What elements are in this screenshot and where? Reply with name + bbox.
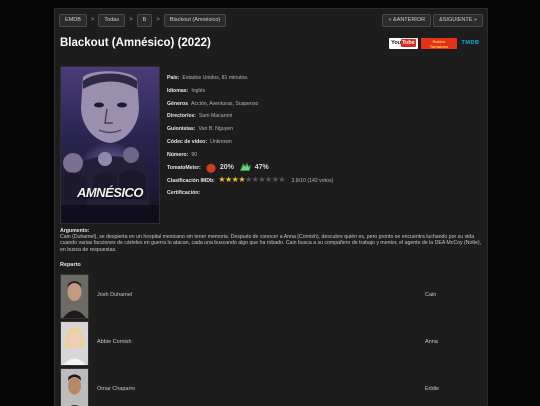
- cast-photo: [60, 274, 89, 319]
- detail-value: Inglés: [191, 87, 206, 94]
- cast-character: Cain: [425, 292, 437, 298]
- movie-poster[interactable]: AMNÉSICO: [60, 66, 160, 224]
- detail-label: Director/es:: [167, 113, 196, 120]
- plot-text: Cain (Duhamel), se despierta en un hospi…: [60, 234, 482, 253]
- movie-details: País: Estados Unidos, 81 minutos. Idiomas…: [167, 72, 479, 200]
- cast-photo: [60, 368, 89, 406]
- detail-row-imdb: Clasificación IMDb: ★★★★★★★★★★ 3.8/10 (1…: [167, 174, 479, 187]
- detail-label: Idiomas:: [167, 87, 189, 94]
- cast-character: Anna: [425, 339, 438, 345]
- detail-value: Estados Unidos, 81 minutos.: [182, 75, 249, 81]
- detail-label: Guionistas:: [167, 126, 196, 133]
- detail-row-languages: Idiomas: Inglés: [167, 85, 479, 98]
- main-panel: EMDB > Todas > B > Blackout (Amnésico) « &ANTE…: [54, 8, 488, 406]
- detail-value: Sam Macaroni: [198, 113, 233, 120]
- star-empty-icon: ★: [278, 175, 286, 185]
- detail-row-number: Número: 90: [167, 149, 479, 162]
- page-title: Blackout (Amnésico) (2022): [60, 37, 211, 49]
- detail-row-genres: Géneros Acción, Aventuras, Suspenso: [167, 98, 479, 111]
- external-links: YouTube Rotten Tomatoes TMDB: [386, 38, 481, 49]
- detail-label: Códec de vídeo:: [167, 138, 208, 145]
- cast-photo-art: [61, 322, 88, 365]
- cast-name[interactable]: Abbie Cornish: [97, 339, 132, 345]
- detail-row-country: País: Estados Unidos, 81 minutos.: [167, 72, 479, 85]
- youtube-logo-you: You: [391, 40, 402, 46]
- detail-label: Clasificación IMDb:: [167, 178, 215, 185]
- detail-row-director: Director/es: Sam Macaroni: [167, 110, 479, 123]
- detail-value: Unknown: [210, 138, 232, 145]
- imdb-star-rating: ★★★★★★★★★★: [218, 174, 285, 187]
- rt-logo-line2: Tomatoes: [429, 43, 449, 49]
- cast-photo-art: [61, 369, 88, 406]
- cast-name[interactable]: Omar Chaparro: [97, 386, 135, 392]
- star-filled-icon: ★: [238, 175, 245, 185]
- cast-character: Eddie: [425, 386, 440, 392]
- record-navigation: « &ANTERIOR &SIGUIENTE »: [380, 14, 483, 32]
- detail-label: TomatoMeter:: [167, 165, 201, 172]
- imdb-rating-text: 3.8/10 (142 votos): [291, 178, 334, 185]
- detail-value: 90: [191, 151, 198, 158]
- detail-row-tomatometer: TomatoMeter: 20% 47%: [167, 162, 479, 175]
- cast-name[interactable]: Josh Duhamel: [97, 292, 132, 298]
- detail-value: Van B. Nguyen: [198, 126, 234, 133]
- previous-button[interactable]: « &ANTERIOR: [382, 14, 432, 27]
- next-button[interactable]: &SIGUIENTE »: [433, 14, 483, 27]
- breadcrumb-all[interactable]: Todas: [98, 14, 126, 27]
- cast-member[interactable]: Omar Chaparro Eddie: [60, 368, 482, 406]
- detail-label: Número:: [167, 151, 189, 158]
- detail-label: Géneros: [167, 100, 189, 107]
- star-filled-icon: ★: [218, 175, 225, 185]
- detail-row-codec: Códec de vídeo: Unknown: [167, 136, 479, 149]
- detail-value: Acción, Aventuras, Suspenso: [191, 100, 259, 107]
- cast-member[interactable]: Josh Duhamel Cain: [60, 274, 482, 319]
- rotten-tomatoes-logo[interactable]: Rotten Tomatoes: [421, 38, 457, 49]
- tomatometer-critics-score: 20%: [219, 163, 234, 171]
- star-empty-icon: ★: [265, 175, 272, 185]
- star-empty-icon: ★: [258, 175, 266, 185]
- splat-icon: [240, 162, 252, 172]
- youtube-logo[interactable]: YouTube: [389, 38, 418, 49]
- detail-label: País:: [167, 75, 180, 81]
- tmdb-logo[interactable]: TMDB: [460, 38, 481, 49]
- poster-title: AMNÉSICO: [76, 185, 144, 200]
- detail-row-certification: Certificación:: [167, 187, 479, 200]
- star-filled-icon: ★: [224, 175, 232, 185]
- cast-photo: [60, 321, 89, 366]
- breadcrumb-separator: >: [90, 17, 95, 23]
- cast-member[interactable]: Abbie Cornish Anna: [60, 321, 482, 366]
- tomato-icon: [206, 164, 216, 174]
- star-empty-icon: ★: [245, 175, 252, 185]
- cast-photo-art: [61, 275, 88, 318]
- breadcrumb-home[interactable]: EMDB: [59, 14, 87, 27]
- breadcrumb-separator: >: [129, 17, 133, 23]
- breadcrumb-current[interactable]: Blackout (Amnésico): [163, 14, 227, 27]
- detail-row-writers: Guionistas: Van B. Nguyen: [167, 123, 479, 136]
- tomatometer-audience-score: 47%: [254, 163, 269, 171]
- breadcrumb-separator: >: [156, 17, 160, 23]
- plot-section: Argumento: Cain (Duhamel), se despierta …: [60, 228, 482, 253]
- youtube-logo-tube: Tube: [401, 39, 416, 47]
- detail-label: Certificación:: [167, 190, 201, 197]
- breadcrumb-letter[interactable]: B: [136, 14, 153, 27]
- cast-heading: Reparto: [60, 262, 81, 268]
